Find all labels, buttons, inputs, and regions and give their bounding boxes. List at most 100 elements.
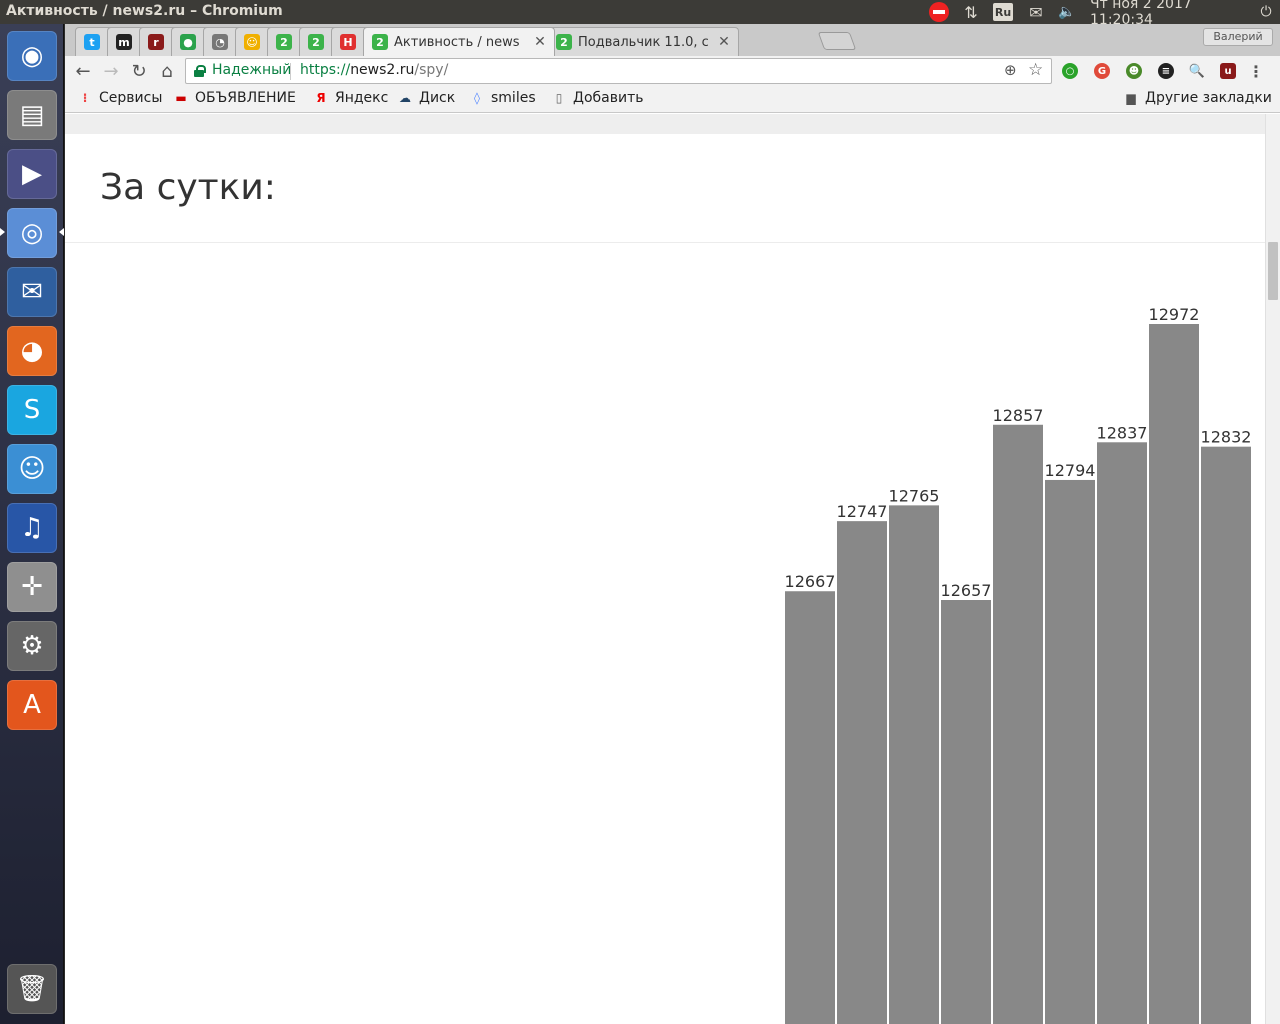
extension-menu-icon[interactable]: ≡ xyxy=(1158,63,1174,79)
bar-3 xyxy=(941,600,991,1024)
bar-1 xyxy=(837,521,887,1024)
page-scrollbar[interactable] xyxy=(1265,114,1280,1024)
bookmark-2[interactable]: Я Яндекс xyxy=(313,90,388,106)
bar-value-label-5: 12794 xyxy=(1045,461,1096,480)
active-app-indicator xyxy=(0,228,5,236)
thunderbird-icon[interactable]: ✉ xyxy=(7,267,57,317)
bar-value-label-6: 12837 xyxy=(1097,423,1148,442)
bar-value-label-4: 12857 xyxy=(993,406,1044,425)
browser-window: t m r ● ◔ ☺ 2 2 H 2 Активность / news ✕ 2 Подвальчик … xyxy=(65,24,1280,1024)
extension-ublock-icon[interactable]: u xyxy=(1220,63,1236,79)
bookmark-0[interactable]: ⁝ Сервисы xyxy=(77,90,163,106)
ubuntu-dash-icon[interactable]: ◉ xyxy=(7,31,57,81)
software-center-icon[interactable]: A xyxy=(7,680,57,730)
page-icon: ▯ xyxy=(555,91,563,105)
tab-favicon: H xyxy=(340,34,356,50)
volume-icon[interactable]: 🔈 xyxy=(1057,3,1077,21)
firefox-icon[interactable]: ◕ xyxy=(7,326,57,376)
home-button[interactable]: ⌂ xyxy=(155,59,179,83)
arrow-right-icon: → xyxy=(103,60,119,82)
bar-4 xyxy=(993,424,1043,1024)
trash-icon[interactable]: 🗑 xyxy=(7,964,57,1014)
tab-close-icon[interactable]: ✕ xyxy=(716,34,732,50)
disk-icon: ☁ xyxy=(399,91,411,105)
skype-icon[interactable]: S xyxy=(7,385,57,435)
extension-google-plus-icon[interactable]: G xyxy=(1094,63,1110,79)
folder-icon: ▆ xyxy=(1126,91,1136,105)
tab-label: Активность / news xyxy=(394,34,520,50)
focused-app-indicator xyxy=(59,228,64,236)
bar-value-label-1: 12747 xyxy=(837,502,888,521)
reload-icon: ↻ xyxy=(131,60,147,82)
network-icon[interactable]: ⇅ xyxy=(960,3,982,22)
tab-favicon: ☺ xyxy=(244,34,260,50)
url-host: news2.ru xyxy=(350,62,415,78)
bar-value-label-8: 12832 xyxy=(1201,428,1252,447)
mail-icon[interactable]: ✉ xyxy=(1026,3,1046,22)
screenshot-tool-icon[interactable]: ✛ xyxy=(7,562,57,612)
bar-value-label-2: 12765 xyxy=(889,486,940,505)
tab-9[interactable]: 2 Активность / news ✕ xyxy=(363,27,555,56)
browser-menu-icon[interactable]: ⋮ xyxy=(1248,62,1264,81)
url-text[interactable]: https://news2.ru/spy/ xyxy=(300,62,448,78)
tab-favicon: r xyxy=(148,34,164,50)
new-tab-button[interactable] xyxy=(817,32,857,50)
files-icon[interactable]: ▤ xyxy=(7,90,57,140)
reload-button[interactable]: ↻ xyxy=(127,59,151,83)
tab-favicon: 2 xyxy=(372,34,388,50)
audacity-icon[interactable]: ♫ xyxy=(7,503,57,553)
bar-value-label-3: 12657 xyxy=(941,581,992,600)
extension-green-icon[interactable]: ○ xyxy=(1062,63,1078,79)
extension-search-icon[interactable]: 🔍 xyxy=(1189,63,1205,79)
scrollbar-thumb[interactable] xyxy=(1268,242,1278,300)
messenger-icon[interactable]: ☺ xyxy=(7,444,57,494)
profile-button[interactable]: Валерий xyxy=(1203,28,1273,46)
bar-7 xyxy=(1149,324,1199,1024)
tab-favicon: 2 xyxy=(276,34,292,50)
bar-0 xyxy=(785,591,835,1024)
url-path: /spy/ xyxy=(414,62,449,78)
bookmark-label: Добавить xyxy=(573,90,644,106)
tab-favicon: 2 xyxy=(556,34,572,50)
keyboard-layout-indicator[interactable]: Ru xyxy=(993,3,1013,21)
bookmark-label: Диск xyxy=(419,90,456,106)
forward-button[interactable]: → xyxy=(99,59,123,83)
bookmark-label: Яндекс xyxy=(335,90,389,106)
bar-value-label-7: 12972 xyxy=(1149,305,1200,324)
launcher: ◉ ▤ ▶ ◎ ✉ ◕ S ☺ ♫ ✛ ⚙ A 🗑 xyxy=(0,24,64,1024)
secure-label[interactable]: Надежный xyxy=(212,62,291,78)
lock-icon[interactable] xyxy=(194,65,206,77)
bookmark-5[interactable]: ▯ Добавить xyxy=(551,90,644,106)
window-title: Активность / news2.ru – Chromium xyxy=(6,3,283,19)
bar-2 xyxy=(889,505,939,1024)
page-viewport: За сутки: 12667 12747 12765 12657 12857 12794… xyxy=(65,114,1265,1024)
other-bookmarks-label: Другие закладки xyxy=(1145,90,1272,106)
browser-toolbar: ← → ↻ ⌂ Надежный https://news2.ru/spy/ ⊕… xyxy=(65,56,1280,86)
extension-android-icon[interactable]: ☻ xyxy=(1126,63,1142,79)
bookmark-3[interactable]: ☁ Диск xyxy=(397,90,455,106)
tab-favicon: t xyxy=(84,34,100,50)
bookmark-1[interactable]: ▬ ОБЪЯВЛЕНИЕ xyxy=(173,90,296,106)
clock[interactable]: Чт ноя 2 2017 11:20:34 xyxy=(1090,0,1250,28)
bookmark-star-icon[interactable]: ☆ xyxy=(1028,60,1043,80)
other-bookmarks-folder[interactable]: ▆ Другие закладки xyxy=(1123,90,1272,106)
tab-10[interactable]: 2 Подвальчик 11.0, с ✕ xyxy=(547,27,739,56)
presentation-app-icon[interactable]: ▶ xyxy=(7,149,57,199)
top-panel: Активность / news2.ru – Chromium ⇅ Ru ✉ … xyxy=(0,0,1280,28)
tab-strip: t m r ● ◔ ☺ 2 2 H 2 Активность / news ✕ 2 Подвальчик … xyxy=(65,24,1280,56)
zoom-icon[interactable]: ⊕ xyxy=(1004,61,1017,79)
do-not-disturb-icon[interactable] xyxy=(928,2,950,22)
power-icon[interactable]: ⏻ xyxy=(1256,3,1276,21)
bookmark-4[interactable]: ◊ smiles xyxy=(469,90,536,106)
chromium-icon[interactable]: ◎ xyxy=(7,208,57,258)
address-bar[interactable]: Надежный https://news2.ru/spy/ ⊕ ☆ xyxy=(185,58,1052,84)
bookmark-label: ОБЪЯВЛЕНИЕ xyxy=(195,90,296,106)
bookmarks-bar: ⁝ Сервисы ▬ ОБЪЯВЛЕНИЕ Я Яндекс ☁ Диск ◊ smiles ▯ Д… xyxy=(65,86,1280,113)
tab-close-icon[interactable]: ✕ xyxy=(532,34,548,50)
tab-favicon: 2 xyxy=(308,34,324,50)
tab-favicon: ◔ xyxy=(212,34,228,50)
smiles-icon: ◊ xyxy=(474,91,480,105)
bar-6 xyxy=(1097,442,1147,1024)
system-settings-icon[interactable]: ⚙ xyxy=(7,621,57,671)
back-button[interactable]: ← xyxy=(71,59,95,83)
